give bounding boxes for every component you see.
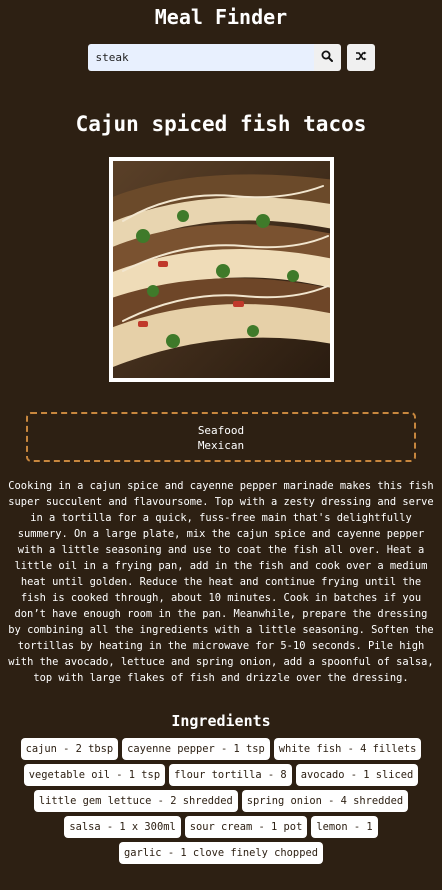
ingredient-item: garlic - 1 clove finely chopped (119, 842, 323, 864)
random-meal-button[interactable] (346, 44, 375, 71)
meal-instructions: Cooking in a cajun spice and cayenne pep… (8, 480, 434, 684)
fish-tacos-photo (112, 161, 330, 378)
ingredient-item: spring onion - 4 shredded (241, 790, 409, 812)
search-bar (0, 44, 442, 71)
shuffle-icon (355, 50, 367, 65)
ingredient-item: cayenne pepper - 1 tsp (122, 738, 270, 760)
ingredient-item: avocado - 1 sliced (295, 764, 419, 786)
meal-finder-app: Meal Finder steak Cajun spiced fish taco… (0, 0, 442, 890)
meal-category: Seafood (197, 424, 245, 437)
search-input[interactable] (87, 44, 314, 71)
search-icon (321, 50, 333, 65)
ingredients-list: cajun - 2 tbsp cayenne pepper - 1 tsp wh… (0, 738, 442, 864)
ingredient-item: sour cream - 1 pot (184, 816, 308, 838)
meal-title: Cajun spiced fish tacos (75, 112, 367, 136)
ingredients-heading: Ingredients (171, 712, 271, 730)
meal-image (108, 157, 334, 382)
app-title: Meal Finder (154, 5, 288, 29)
ingredient-item: flour tortilla - 8 (169, 764, 292, 786)
ingredient-item: cajun - 2 tbsp (20, 738, 119, 760)
search-button[interactable] (313, 44, 341, 71)
meal-meta: Seafood Mexican (26, 412, 416, 462)
search-form (87, 44, 341, 71)
ingredient-item: lemon - 1 (311, 816, 378, 838)
meal-area: Mexican (197, 439, 245, 452)
ingredient-item: salsa - 1 x 300ml (64, 816, 181, 838)
ingredient-item: white fish - 4 fillets (273, 738, 422, 760)
ingredient-item: vegetable oil - 1 tsp (23, 764, 166, 786)
ingredient-item: little gem lettuce - 2 shredded (33, 790, 238, 812)
